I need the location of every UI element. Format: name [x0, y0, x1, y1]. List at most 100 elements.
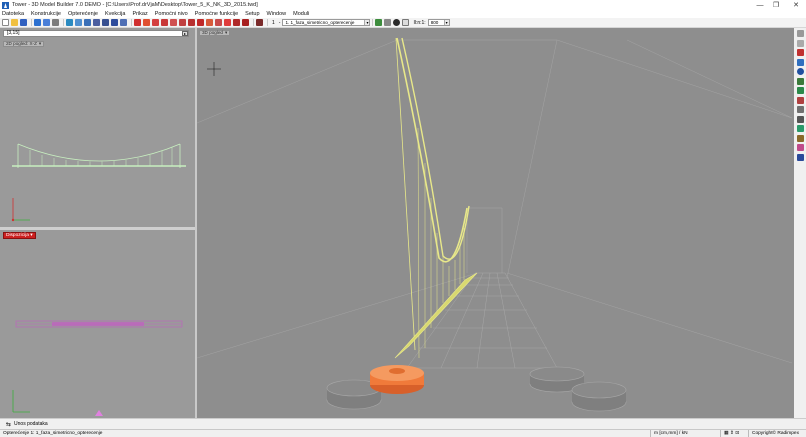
tower-app-icon	[2, 1, 9, 9]
pylon-bases	[326, 365, 627, 412]
zoom-all-icon[interactable]	[796, 39, 804, 47]
zoom-window-icon[interactable]	[796, 30, 804, 37]
main-3d-viewport[interactable]: 3D pogled ▾	[197, 28, 794, 418]
deck-girder-3d	[394, 272, 478, 359]
plate-tool-icon[interactable]	[152, 19, 159, 26]
results-icon[interactable]	[256, 19, 263, 26]
menu-konstrukcije[interactable]: Konstrukcije	[31, 11, 61, 17]
menu-prikaz[interactable]: Prikaz	[132, 11, 147, 17]
hinge-tool-icon[interactable]	[188, 19, 195, 26]
calc-tool-icon[interactable]	[242, 19, 249, 26]
animation-icon[interactable]	[384, 19, 392, 26]
window-title: Tower - 3D Model Builder 7.0 DEMO - [C:\…	[12, 2, 258, 8]
main-toolbar: 1 - 1. 1_faza_simetricno_opterecenje ▾ I…	[0, 18, 806, 28]
color-icon[interactable]	[796, 144, 804, 151]
pan-hand-icon[interactable]	[796, 115, 804, 123]
load-case-select-value: 1. 1_faza_simetricno_opterecenje	[285, 20, 355, 25]
material-tool-icon[interactable]	[233, 19, 240, 26]
export-icon[interactable]	[43, 19, 50, 26]
node-tool-icon[interactable]	[134, 19, 141, 26]
move-icon[interactable]	[93, 19, 100, 26]
ratio-label: Il:n:1:	[413, 19, 426, 26]
coordinate-apply-button[interactable]: ▸	[182, 31, 188, 36]
close-button[interactable]: ✕	[786, 0, 806, 10]
plan-view[interactable]	[0, 240, 195, 418]
release-tool-icon[interactable]	[197, 19, 204, 26]
filter-icon[interactable]	[796, 49, 804, 56]
coordinate-field[interactable]: [3,15]	[3, 30, 189, 37]
view-selector-top[interactable]: 2D pogled: X-Z ▾	[3, 41, 45, 47]
measure-icon[interactable]	[796, 134, 804, 142]
deformation-icon[interactable]	[375, 19, 383, 26]
copy-icon[interactable]	[75, 19, 82, 26]
status-load-case: Opterećenje 1: 1_faza_simetricno_opterec…	[3, 431, 103, 436]
disposition-selector[interactable]: Dispozicija ▾	[3, 232, 36, 239]
status-copyright: Copyright© Radimpex	[748, 430, 806, 437]
layer-icon[interactable]	[796, 58, 804, 66]
info-icon[interactable]	[796, 68, 804, 75]
view-selector-top-label: 2D pogled: X-Z	[6, 41, 37, 46]
undo-icon[interactable]	[120, 19, 127, 26]
load-case-select[interactable]: 1. 1_faza_simetricno_opterecenje ▾	[282, 19, 371, 26]
select-icon[interactable]	[796, 77, 804, 85]
axis-cross-icon	[207, 62, 221, 76]
pylon-marker-plan	[95, 410, 103, 416]
menu-datoteka[interactable]: Datoteka	[2, 11, 24, 17]
render-icon[interactable]	[796, 153, 804, 161]
new-file-icon[interactable]	[2, 19, 9, 26]
beam-tool-icon[interactable]	[143, 19, 150, 26]
tab-input-data[interactable]: ⇆ Unos podataka	[3, 421, 51, 428]
menu-kvekcija[interactable]: Kvekcija	[105, 11, 125, 17]
elevation-view[interactable]	[0, 48, 195, 227]
plan-bridge-drawing	[15, 320, 183, 328]
bottom-tab-strip: ⇆ Unos podataka	[0, 418, 806, 429]
hangers-elevation	[29, 147, 173, 166]
deselect-icon[interactable]	[796, 87, 804, 94]
load-tool-icon[interactable]	[170, 19, 177, 26]
status-toggles[interactable]: ▦ ⇕ ⊡	[720, 430, 748, 437]
maximize-button[interactable]: ❐	[766, 0, 786, 10]
bridge-3d-scene	[197, 37, 793, 412]
disposition-selector-label: Dispozicija	[6, 233, 29, 238]
left-panel: [3,15] ▸ 2D pogled: X-Z ▾ Dispozicija ▾	[0, 28, 197, 418]
menu-window[interactable]: Window	[267, 11, 287, 17]
section-tool-icon[interactable]	[224, 19, 231, 26]
open-folder-icon[interactable]	[11, 19, 18, 26]
right-toolstrip	[794, 28, 806, 418]
spring-tool-icon[interactable]	[179, 19, 186, 26]
panel-splitter[interactable]	[0, 227, 195, 230]
paste-icon[interactable]	[84, 19, 91, 26]
menu-opterecenje[interactable]: Opterećenje	[68, 11, 98, 17]
cut-icon[interactable]	[66, 19, 73, 26]
chevron-down-icon: ▾	[38, 41, 42, 46]
hide-icon[interactable]	[796, 96, 804, 104]
cable-tool-icon[interactable]	[206, 19, 213, 26]
mirror-icon[interactable]	[111, 19, 118, 26]
load-case-separator: -	[278, 19, 281, 26]
status-bar: Opterećenje 1: 1_faza_simetricno_opterec…	[0, 429, 806, 437]
toolbar-separator	[253, 19, 254, 26]
rotate-icon[interactable]	[102, 19, 109, 26]
load-case-number: 1	[272, 19, 275, 26]
menu-setup[interactable]: Setup	[245, 11, 259, 17]
menu-pomocni-nivo[interactable]: Pomoćni nivo	[155, 11, 188, 17]
ratio-select[interactable]: 800 ▾	[427, 19, 450, 26]
menu-pomocne-funkcije[interactable]: Pomoćne funkcije	[195, 11, 238, 17]
menu-moduli[interactable]: Moduli	[293, 11, 309, 17]
toolbar-separator	[131, 19, 132, 26]
chevron-down-icon: ▾	[443, 20, 449, 25]
main-cable-far	[401, 37, 470, 260]
mesh-tool-icon[interactable]	[215, 19, 222, 26]
show-icon[interactable]	[796, 106, 804, 113]
options-icon[interactable]	[52, 19, 59, 26]
toolbar-separator	[63, 19, 64, 26]
contrast-icon[interactable]	[393, 19, 401, 26]
rotate-view-icon[interactable]	[796, 125, 804, 132]
save-icon[interactable]	[20, 19, 27, 26]
frame-icon[interactable]	[402, 19, 410, 26]
menu-bar: Datoteka Konstrukcije Opterećenje Kvekci…	[0, 10, 806, 18]
support-tool-icon[interactable]	[161, 19, 168, 26]
chevron-down-icon: ▾	[364, 20, 370, 25]
print-icon[interactable]	[34, 19, 41, 26]
toolbar-separator	[267, 19, 268, 26]
